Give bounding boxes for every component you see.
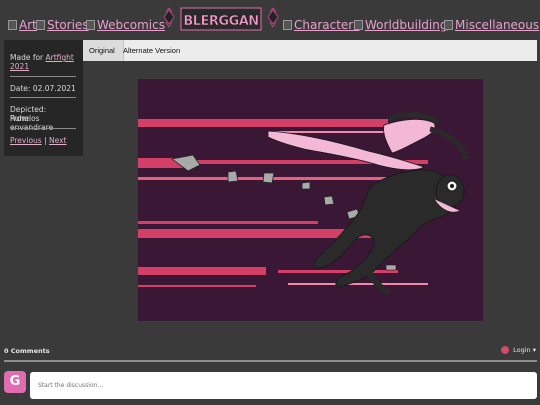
nav-art-label: Art [19,18,37,32]
broken-image-icon [283,20,292,30]
nav-miscellaneous-label: Miscellaneous [455,18,540,32]
nav-webcomics-link[interactable]: Webcomics [86,18,165,32]
nav-art-link[interactable]: Art [8,18,37,32]
top-nav: Art Stories Webcomics BLERGGAN Character… [0,0,540,40]
previous-link[interactable]: Previous [10,136,42,145]
made-for-prefix: Made for [10,53,44,62]
comments-count: 0 Comments [4,347,50,355]
divider [10,97,76,98]
version-tabs: Original Alternate Version [83,40,537,61]
nav-stories-link[interactable]: Stories [36,18,89,32]
nav-webcomics-label: Webcomics [97,18,165,32]
pagination-separator: | [44,136,47,145]
nav-worldbuilding-link[interactable]: Worldbuilding [354,18,447,32]
broken-image-icon [354,20,363,30]
svg-text:BLERGGAN: BLERGGAN [183,14,258,29]
login-menu[interactable]: Login ▾ [501,346,536,354]
login-label: Login ▾ [513,346,536,354]
nav-characters-label: Characters [294,18,360,32]
next-link[interactable]: Next [49,136,66,145]
from-text: From: envandrare [10,114,53,132]
comment-input[interactable] [30,372,537,399]
divider [10,76,76,77]
made-for-line: Made for Artfight 2021 [10,53,76,71]
login-status-icon [501,346,510,354]
site-logo[interactable]: BLERGGAN [160,4,285,34]
artwork-image [138,79,483,321]
nav-characters-link[interactable]: Characters [283,18,360,32]
info-sidebar: Made for Artfight 2021 Date: 02.07.2021 … [4,40,83,156]
date-text: Date: 02.07.2021 [10,84,76,93]
nav-worldbuilding-label: Worldbuilding [365,18,448,32]
ornament-right-icon [267,7,279,28]
pagination: Previous | Next [10,136,76,145]
nav-miscellaneous-link[interactable]: Miscellaneous [444,18,539,32]
broken-image-icon [36,20,45,30]
avatar: G [4,371,26,393]
nav-stories-label: Stories [47,18,89,32]
broken-image-icon [8,20,17,30]
broken-image-icon [444,20,453,30]
ornament-left-icon [163,7,175,28]
broken-image-icon [86,20,95,30]
tab-alternate-version[interactable]: Alternate Version [117,40,186,61]
divider [10,128,76,129]
comments-divider [4,360,537,362]
